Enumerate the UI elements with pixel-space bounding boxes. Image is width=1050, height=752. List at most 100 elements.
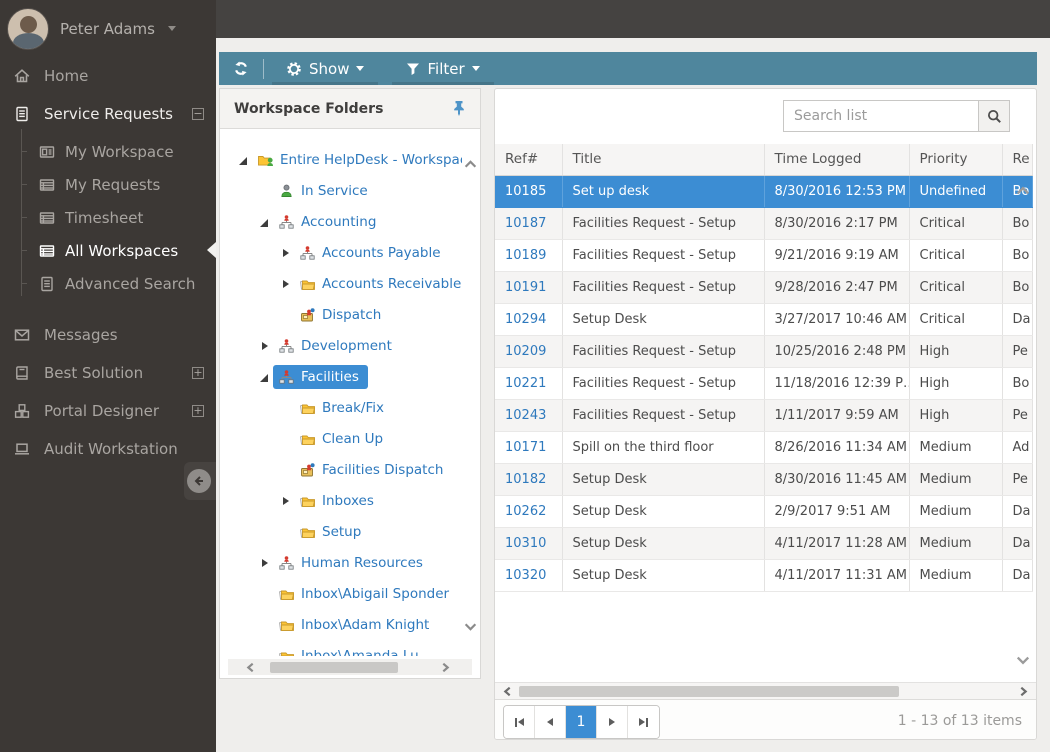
expand-section-icon[interactable]: + [192,405,204,417]
folder-tree-item[interactable]: Human Resources [238,547,462,578]
folder-tree-item[interactable]: Setup [238,516,462,547]
folder-tree-item[interactable]: Accounting [238,206,462,237]
cell-ref[interactable]: 10262 [495,495,563,528]
pager-next-button[interactable] [597,706,628,738]
folder-tree-item[interactable]: Facilities [238,361,462,392]
folder-tree-item[interactable]: Break/Fix [238,392,462,423]
folder-tree-item[interactable]: Accounts Payable [238,237,462,268]
show-dropdown-button[interactable]: Show [272,52,378,85]
sidebar-item-advanced-search[interactable]: Advanced Search [0,267,216,300]
request-row[interactable]: 10262 Setup Desk 2/9/2017 9:51 AM Medium Da [495,495,1033,528]
column-header[interactable]: Re [1002,144,1033,176]
tree-expander-icon[interactable] [280,278,292,290]
sidebar-item-label: All Workspaces [65,241,179,260]
toolbar-divider [263,58,264,79]
pager-page-1-button[interactable]: 1 [566,706,597,738]
sidebar-item-service-requests[interactable]: Service Requests − [0,95,216,133]
request-row[interactable]: 10209 Facilities Request - Setup 10/25/201… [495,335,1033,368]
document-icon [13,105,31,123]
request-row[interactable]: 10191 Facilities Request - Setup 9/28/2016… [495,271,1033,304]
folder-tree-item[interactable]: Accounts Receivable [238,268,462,299]
cell-ref[interactable]: 10310 [495,527,563,560]
scroll-thumb[interactable] [519,685,899,697]
folder-tree-item[interactable]: Clean Up [238,423,462,454]
scroll-left-arrow[interactable] [503,686,512,697]
sidebar-item-my-workspace[interactable]: My Workspace [0,135,216,168]
request-row[interactable]: 10189 Facilities Request - Setup 9/21/2016… [495,239,1033,272]
folder-tree-item[interactable]: In Service [238,175,462,206]
request-row[interactable]: 10187 Facilities Request - Setup 8/30/2016… [495,207,1033,240]
sidebar-item-audit-workstation[interactable]: Audit Workstation [0,430,216,468]
search-input[interactable] [783,100,978,132]
sidebar-item-best-solution[interactable]: Best Solution + [0,354,216,392]
column-header[interactable]: Ref# [495,144,563,176]
sidebar-item-my-requests[interactable]: My Requests [0,168,216,201]
folder-tree-item[interactable]: Facilities Dispatch [238,454,462,485]
tree-expander-icon[interactable] [259,371,271,383]
folder-tree-item[interactable]: Inbox\Adam Knight [238,609,462,640]
column-header[interactable]: Title [562,144,765,176]
user-menu[interactable]: Peter Adams [0,0,216,57]
request-row[interactable]: 10171 Spill on the third floor 8/26/2016 1… [495,431,1033,464]
pager-previous-button[interactable] [535,706,566,738]
list-horizontal-scrollbar[interactable] [495,682,1036,699]
collapse-section-icon[interactable]: − [192,108,204,120]
tree-expander-icon[interactable] [238,154,250,166]
cell-ref[interactable]: 10243 [495,399,563,432]
list-scroll-down-arrow[interactable] [1016,655,1030,666]
cell-ref[interactable]: 10191 [495,271,563,304]
tree-expander-icon[interactable] [280,247,292,259]
cell-ref[interactable]: 10320 [495,559,563,592]
request-row[interactable]: 10320 Setup Desk 4/11/2017 11:31 AM Medium D… [495,559,1033,592]
filter-dropdown-button[interactable]: Filter [392,52,493,85]
list-scroll-up-arrow[interactable] [1016,185,1030,196]
sidebar-item-timesheet[interactable]: Timesheet [0,201,216,234]
request-row[interactable]: 10221 Facilities Request - Setup 11/18/201… [495,367,1033,400]
tree-expander-icon[interactable] [259,557,271,569]
cell-ref[interactable]: 10209 [495,335,563,368]
pin-icon[interactable] [452,100,466,117]
request-row[interactable]: 10182 Setup Desk 8/30/2016 11:45 AM Medium P… [495,463,1033,496]
cell-ref[interactable]: 10187 [495,207,563,240]
scroll-right-arrow[interactable] [1019,686,1028,697]
sidebar-nav-top: Home Service Requests − [0,57,216,133]
folder-tree-item[interactable]: Inbox\Amanda Lu [238,640,462,656]
folder-tree-item[interactable]: Inboxes [238,485,462,516]
request-row[interactable]: 10243 Facilities Request - Setup 1/11/2017… [495,399,1033,432]
request-row[interactable]: 10310 Setup Desk 4/11/2017 11:28 AM Medium D… [495,527,1033,560]
refresh-button[interactable] [219,52,263,85]
column-header[interactable]: Priority [909,144,1003,176]
request-row[interactable]: 10185 Set up desk 8/30/2016 12:53 PM Undefi… [495,175,1033,208]
scroll-left-arrow[interactable] [246,662,255,673]
tree-scroll-up-arrow[interactable] [464,159,477,169]
folder-tree-item[interactable]: Dispatch [238,299,462,330]
cell-ref[interactable]: 10189 [495,239,563,272]
scroll-right-arrow[interactable] [441,662,450,673]
request-row[interactable]: 10294 Setup Desk 3/27/2017 10:46 AM Critica… [495,303,1033,336]
search-button[interactable] [978,100,1010,132]
folder-tree-item[interactable]: Entire HelpDesk - Workspace [238,144,462,175]
cell-ref[interactable]: 10182 [495,463,563,496]
expand-section-icon[interactable]: + [192,367,204,379]
sidebar-item-home[interactable]: Home [0,57,216,95]
tree-expander-icon[interactable] [259,216,271,228]
sidebar-collapse-button[interactable] [184,462,216,500]
cell-ref[interactable]: 10185 [495,175,563,208]
cell-ref[interactable]: 10221 [495,367,563,400]
tree-expander-icon[interactable] [280,495,292,507]
sidebar-item-portal-designer[interactable]: Portal Designer + [0,392,216,430]
tree-expander-icon[interactable] [259,340,271,352]
cell-ref[interactable]: 10171 [495,431,563,464]
sidebar-item-messages[interactable]: Messages [0,316,216,354]
selected-folder[interactable]: Facilities [273,364,368,389]
pager-last-button[interactable] [628,706,659,738]
folder-tree-item[interactable]: Development [238,330,462,361]
scroll-thumb[interactable] [270,661,398,673]
folder-tree-item[interactable]: Inbox\Abigail Sponder [238,578,462,609]
sidebar-item-all-workspaces[interactable]: All Workspaces [0,234,216,267]
cell-ref[interactable]: 10294 [495,303,563,336]
tree-horizontal-scrollbar[interactable] [228,659,472,675]
column-header[interactable]: Time Logged [764,144,910,176]
tree-scroll-down-arrow[interactable] [464,622,477,632]
pager-first-button[interactable] [504,706,535,738]
